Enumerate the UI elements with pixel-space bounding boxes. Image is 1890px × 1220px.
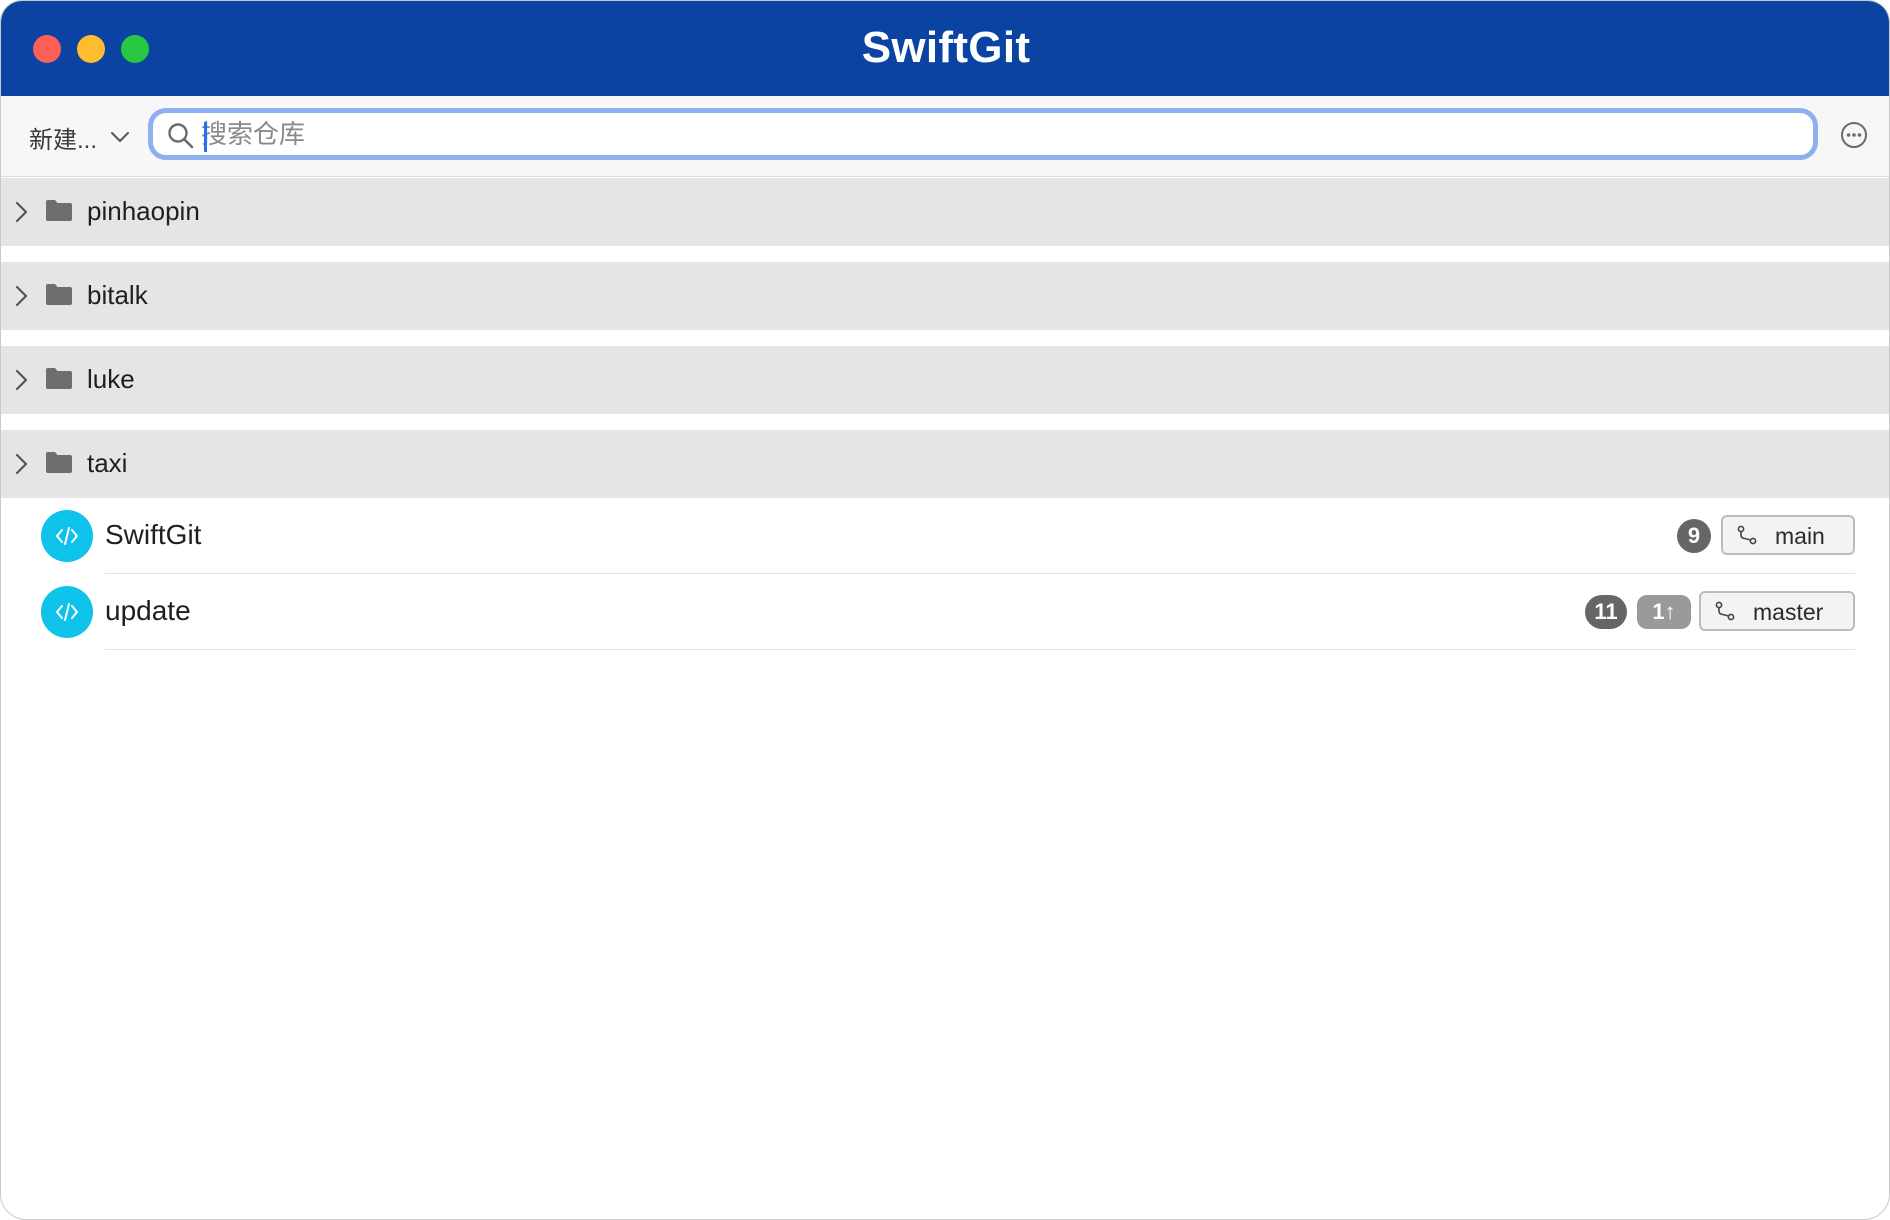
branch-label: master [1753,599,1824,625]
branch-button[interactable]: master [1699,591,1855,631]
repo-name: SwiftGit [105,519,202,550]
folder-icon [46,368,72,389]
chevron-right-icon[interactable] [13,452,31,476]
row-divider [105,649,1855,650]
group-label: pinhaopin [87,196,200,226]
group-row-pinhaopin[interactable]: pinhaopin [1,178,1889,246]
chevron-right-icon[interactable] [13,200,31,224]
group-label: taxi [87,448,128,478]
app-window: SwiftGit 新建... 搜索仓库 pinhaopin bitalk luk… [0,0,1890,1220]
group-row-taxi[interactable]: taxi [1,430,1889,498]
chevron-right-icon[interactable] [13,284,31,308]
repo-row-update[interactable]: update 11 1↑ master [1,574,1889,650]
branch-icon [1715,601,1735,621]
folder-icon [46,200,72,221]
changes-count-badge: 9 [1677,519,1711,553]
chevron-right-icon[interactable] [13,368,31,392]
text-caret [204,122,207,152]
code-repo-icon [41,586,93,638]
branch-button[interactable]: main [1721,515,1855,555]
more-options-icon[interactable] [1839,120,1869,150]
new-menu-button[interactable]: 新建... [29,120,131,154]
repo-row-swiftgit[interactable]: SwiftGit 9 main [1,498,1889,574]
repo-name: update [105,595,191,626]
branch-label: main [1775,523,1825,549]
code-repo-icon [41,510,93,562]
group-label: luke [87,364,135,394]
changes-count-badge: 11 [1585,595,1627,629]
folder-icon [46,284,72,305]
commits-ahead-badge: 1↑ [1637,595,1691,629]
title-bar: SwiftGit [1,1,1889,96]
toolbar: 新建... [1,96,1889,177]
new-menu-label: 新建... [29,126,98,154]
search-input[interactable] [201,117,1781,153]
branch-icon [1737,525,1757,545]
group-row-bitalk[interactable]: bitalk [1,262,1889,330]
chevron-down-icon [111,132,130,142]
group-row-luke[interactable]: luke [1,346,1889,414]
window-title: SwiftGit [861,23,1031,72]
group-label: bitalk [87,280,148,310]
folder-icon [46,452,72,473]
search-icon [168,123,194,149]
search-field[interactable] [148,108,1818,160]
